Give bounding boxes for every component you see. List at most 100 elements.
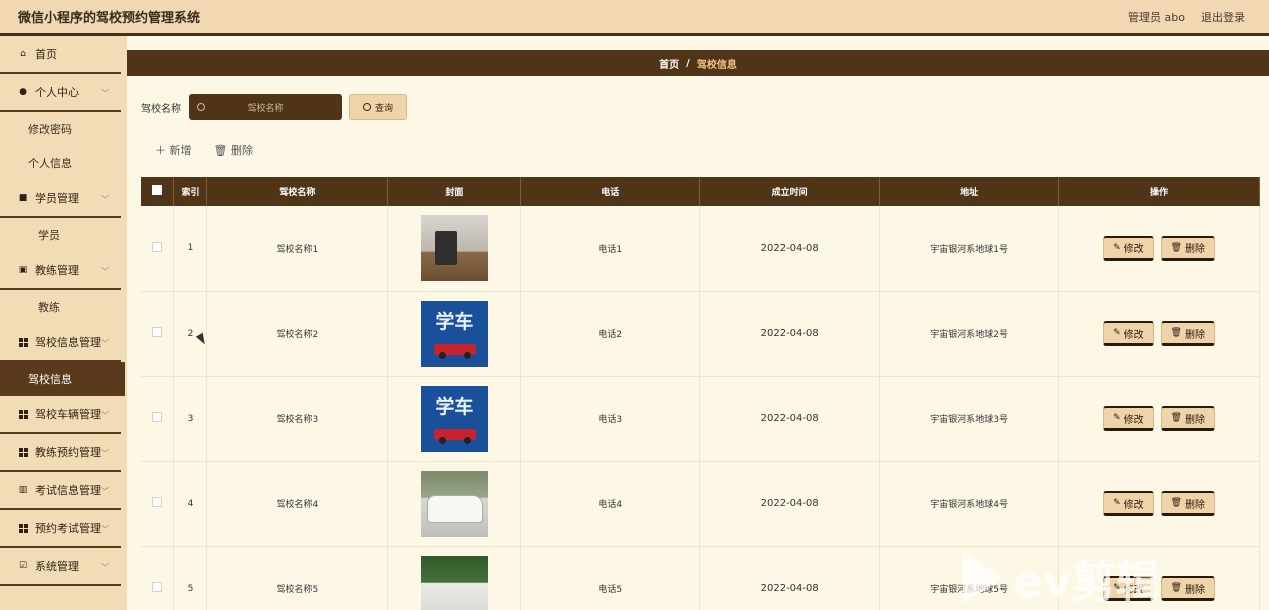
cover-image-text: 学车 xyxy=(435,310,474,333)
edit-button[interactable]: ✎ 修改 xyxy=(1103,406,1154,431)
trash-icon: 🗑 xyxy=(1170,413,1182,423)
sidebar-item-coach-booking-mgmt[interactable]: 教练预约管理 ﹀ xyxy=(0,434,121,472)
trash-icon: 🗑 xyxy=(1170,242,1182,253)
sidebar-item-exam-booking-mgmt[interactable]: 预约考试管理 ﹀ xyxy=(0,510,121,548)
breadcrumb-home[interactable]: 首页 xyxy=(659,56,679,71)
edit-button[interactable]: ✎ 修改 xyxy=(1103,321,1154,346)
search-row: 驾校名称 驾校名称 查询 xyxy=(141,94,407,120)
column-header-cover: 封面 xyxy=(387,177,522,206)
sidebar-item-label: 教练预约管理 xyxy=(35,446,101,459)
delete-button[interactable]: 🗑 删除 xyxy=(1160,235,1215,261)
sidebar-subitem-change-password[interactable]: 修改密码 xyxy=(0,112,127,146)
cell-address: 宇宙银河系地球4号 xyxy=(879,461,1060,547)
search-label: 驾校名称 xyxy=(141,103,181,115)
video-watermark: ev剪辑 xyxy=(963,546,1160,610)
sidebar-item-home[interactable]: ⌂ 首页 xyxy=(0,36,121,74)
select-all-header[interactable] xyxy=(141,177,175,206)
trash-icon: 🗑 xyxy=(1170,583,1182,593)
cell-name: 驾校名称4 xyxy=(206,461,389,547)
table-header-row: 索引 驾校名称 封面 电话 成立时间 地址 操作 xyxy=(141,177,1260,206)
cell-cover: 学车 xyxy=(387,376,522,462)
plus-icon: ＋ xyxy=(155,144,166,157)
row-select-cell[interactable] xyxy=(141,461,175,547)
sidebar-item-label: 系统管理 xyxy=(35,560,79,573)
row-checkbox[interactable] xyxy=(152,582,163,592)
search-input[interactable]: 驾校名称 xyxy=(189,94,342,120)
cell-index: 3 xyxy=(173,376,208,462)
cell-cover xyxy=(387,461,522,547)
delete-button[interactable]: 🗑 删除 xyxy=(1160,321,1215,346)
search-icon xyxy=(362,103,371,111)
checkbox-icon: ☑ xyxy=(18,561,28,571)
sidebar-subitem-personal-info[interactable]: 个人信息 xyxy=(0,146,127,180)
delete-button[interactable]: 🗑 删除 xyxy=(1160,491,1215,516)
grid-icon xyxy=(18,447,28,457)
delete-button-label: 删除 xyxy=(1184,329,1205,341)
select-all-checkbox[interactable] xyxy=(152,185,163,195)
edit-button-label: 修改 xyxy=(1123,244,1144,256)
row-select-cell[interactable] xyxy=(141,376,175,462)
cover-image xyxy=(420,470,488,537)
row-checkbox[interactable] xyxy=(152,241,163,252)
delete-button-label: 删除 xyxy=(1184,244,1205,256)
row-checkbox[interactable] xyxy=(152,412,163,422)
edit-button-label: 修改 xyxy=(1123,499,1144,511)
edit-button-label: 修改 xyxy=(1123,414,1144,426)
admin-user-label[interactable]: 管理员 abo xyxy=(1128,9,1185,25)
row-select-cell[interactable] xyxy=(141,546,175,610)
sidebar-item-label: 首页 xyxy=(35,48,57,61)
row-checkbox[interactable] xyxy=(152,327,163,337)
sidebar-item-coach-mgmt[interactable]: ▣ 教练管理 ﹀ xyxy=(0,252,121,290)
row-select-cell[interactable] xyxy=(141,291,175,377)
breadcrumb: 首页 / 驾校信息 xyxy=(127,50,1269,76)
sidebar-item-student-mgmt[interactable]: ■ 学员管理 ﹀ xyxy=(0,180,121,218)
chevron-down-icon: ﹀ xyxy=(101,525,109,534)
sidebar-item-vehicle-mgmt[interactable]: 驾校车辆管理 ﹀ xyxy=(0,396,121,434)
column-header-ops: 操作 xyxy=(1058,177,1260,206)
edit-icon: ✎ xyxy=(1113,242,1121,253)
sidebar-item-label: 教练管理 xyxy=(35,264,79,277)
cell-name: 驾校名称2 xyxy=(206,291,389,377)
cell-cover: 学车 xyxy=(387,291,522,377)
sidebar-subitem-student[interactable]: 学员 xyxy=(0,218,127,252)
sidebar-item-system-mgmt[interactable]: ☑ 系统管理 ﹀ xyxy=(0,548,121,586)
sidebar-item-personal-center[interactable]: ● 个人中心 ﹀ xyxy=(0,74,121,112)
row-checkbox[interactable] xyxy=(152,497,163,507)
edit-button-label: 修改 xyxy=(1123,329,1144,341)
trash-icon: 🗑 xyxy=(1170,498,1182,508)
column-header-address: 地址 xyxy=(879,177,1060,206)
cell-founded: 2022-04-08 xyxy=(699,546,881,610)
cover-image: 学车 xyxy=(420,300,488,367)
delete-button[interactable]: 🗑 删除 xyxy=(1160,406,1215,431)
search-button-label: 查询 xyxy=(374,103,393,114)
table-row: 4 驾校名称4 电话4 2022-04-08 宇宙银河系地球4号 ✎ 修改 🗑 删除 xyxy=(141,461,1260,547)
delete-button-label: 删除 xyxy=(1184,499,1205,511)
logout-link[interactable]: 退出登录 xyxy=(1201,9,1245,25)
delete-button-label: 删除 xyxy=(1184,584,1205,596)
cell-ops: ✎ 修改 🗑 删除 xyxy=(1058,376,1260,462)
chevron-down-icon: ﹀ xyxy=(101,487,109,496)
sidebar-item-school-info-mgmt[interactable]: 驾校信息管理 ﹀ xyxy=(0,324,121,362)
delete-button[interactable]: 🗑 删除 xyxy=(1160,576,1215,601)
column-header-name: 驾校名称 xyxy=(206,177,389,206)
trash-icon: 🗑 xyxy=(213,144,228,157)
car-graphic xyxy=(433,428,476,444)
sidebar-subitem-school-info[interactable]: 驾校信息 xyxy=(0,362,125,396)
search-button[interactable]: 查询 xyxy=(349,94,407,120)
cell-cover xyxy=(387,206,522,292)
cover-image xyxy=(420,215,488,282)
sidebar-item-label: 个人中心 xyxy=(35,86,79,99)
edit-button[interactable]: ✎ 修改 xyxy=(1103,235,1154,261)
sidebar-item-exam-info-mgmt[interactable]: ▥ 考试信息管理 ﹀ xyxy=(0,472,121,510)
sidebar-subitem-coach[interactable]: 教练 xyxy=(0,290,127,324)
row-select-cell[interactable] xyxy=(141,206,175,292)
column-header-phone: 电话 xyxy=(520,177,701,206)
batch-delete-button[interactable]: 🗑 删除 xyxy=(214,142,253,158)
cell-phone: 电话2 xyxy=(520,291,701,377)
table-row: 2 驾校名称2 学车 电话2 2022-04-08 宇宙银河系地球2号 ✎ 修改 … xyxy=(141,291,1260,377)
cell-name: 驾校名称3 xyxy=(206,376,389,462)
chevron-down-icon: ﹀ xyxy=(101,449,109,458)
add-button[interactable]: ＋ 新增 xyxy=(155,142,192,158)
home-icon: ⌂ xyxy=(20,49,26,59)
edit-button[interactable]: ✎ 修改 xyxy=(1103,491,1154,516)
